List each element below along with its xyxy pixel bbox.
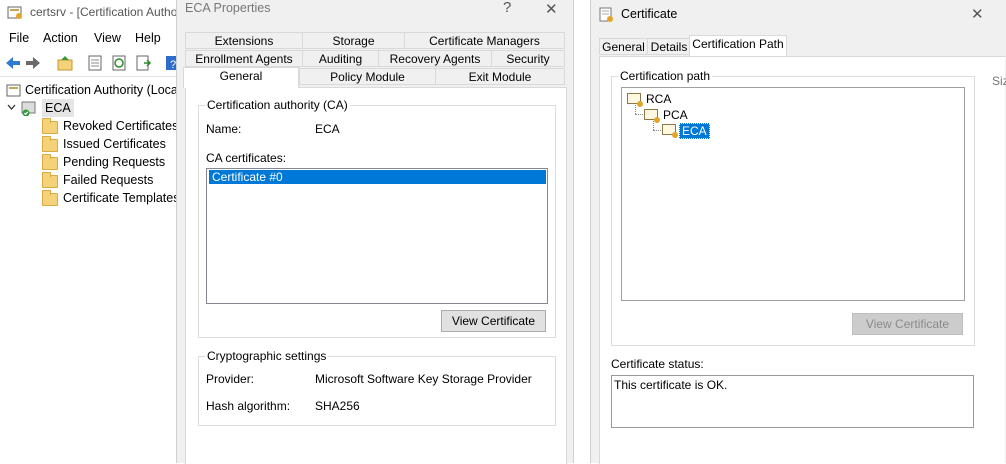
tree-item-label: Issued Certificates [63,137,166,151]
menu-view[interactable]: View [94,31,121,45]
tab-auditing[interactable]: Auditing [302,50,379,67]
mmc-title: certsrv - [Certification Autho [30,5,178,19]
tab-extensions[interactable]: Extensions [185,32,303,49]
tree-item-eca-label: ECA [42,99,74,117]
up-folder-icon[interactable] [56,54,74,72]
view-certificate-button[interactable]: View Certificate [441,310,546,332]
hash-algorithm-label: Hash algorithm: [206,399,291,413]
tab-storage[interactable]: Storage [302,32,405,49]
help-button[interactable]: ? [503,0,511,16]
list-item[interactable]: Certificate #0 [209,170,546,184]
name-label: Name: [206,122,242,136]
chevron-down-icon[interactable] [7,104,16,111]
back-arrow-icon[interactable] [4,54,22,72]
path-item-label: RCA [646,92,672,106]
certificate-dialog: Certificate ✕ General Details Certificat… [590,0,1006,464]
tree-item-label: Pending Requests [63,155,166,169]
certificate-status-text: This certificate is OK. [614,378,728,392]
certification-path-tree[interactable]: RCA PCA ECA [621,87,965,301]
tab-policy-module[interactable]: Policy Module [299,68,436,85]
mmc-titlebar: certsrv - [Certification Autho [0,0,180,24]
hash-algorithm-value: SHA256 [315,399,360,413]
properties-sheet-icon[interactable] [86,54,104,72]
mmc-window: certsrv - [Certification Autho File Acti… [0,0,180,463]
folder-icon [42,190,58,206]
menu-action[interactable]: Action [43,31,78,45]
folder-icon [42,118,58,134]
tree-connector [653,130,661,131]
menu-file[interactable]: File [9,31,29,45]
folder-icon [42,136,58,152]
name-value: ECA [315,122,340,136]
certificate-icon [644,109,660,123]
crypto-groupbox: Cryptographic settings [198,349,556,426]
tab-general[interactable]: General [183,67,299,88]
tree-root-label: Certification Authority (Loca [25,83,178,97]
crypto-group-label: Cryptographic settings [205,349,329,363]
provider-label: Provider: [206,372,255,386]
size-column-header-fragment: Siz [992,74,1006,88]
dialog-title: Certificate [621,7,678,21]
tab-exit-module[interactable]: Exit Module [435,68,565,85]
menu-help[interactable]: Help [135,31,161,45]
dialog-title: ECA Properties [185,1,271,15]
folder-icon [42,154,58,170]
tab-certificate-managers[interactable]: Certificate Managers [404,32,565,49]
ca-server-icon [20,100,38,116]
tree-connector [635,114,643,115]
ca-group-label: Certification authority (CA) [205,98,350,112]
tree-item-label: Certificate Templates [63,191,180,205]
certificate-icon [627,93,643,107]
certificate-status-box: This certificate is OK. [611,375,974,428]
eca-properties-dialog: ECA Properties ? ✕ Extensions Storage Ce… [176,0,574,464]
mmc-toolbar: ? [0,50,180,77]
refresh-icon[interactable] [110,54,128,72]
tab-details[interactable]: Details [647,38,691,55]
view-certificate-button[interactable]: View Certificate [852,313,963,335]
tree-item-label: Revoked Certificates [63,119,179,133]
folder-icon [42,172,58,188]
certification-path-label: Certification path [618,69,713,83]
path-item-label: PCA [663,108,688,122]
provider-value: Microsoft Software Key Storage Provider [315,372,532,386]
tab-security[interactable]: Security [491,50,565,67]
tree-item-label: Failed Requests [63,173,154,187]
ca-certificates-list[interactable]: Certificate #0 [206,168,548,304]
tab-certification-path[interactable]: Certification Path [689,35,787,56]
tab-recovery-agents[interactable]: Recovery Agents [378,50,492,67]
certificate-icon [599,7,615,23]
certsrv-app-icon [7,5,23,19]
close-button[interactable]: ✕ [545,0,558,18]
certificate-icon [662,124,678,138]
forward-arrow-icon[interactable] [24,54,42,72]
close-button[interactable]: ✕ [971,5,984,23]
export-list-icon[interactable] [134,54,152,72]
tree-item-eca[interactable]: ECA [4,99,174,117]
tab-enrollment-agents[interactable]: Enrollment Agents [185,50,303,67]
ca-certificates-label: CA certificates: [206,151,287,165]
certification-authority-icon [6,83,22,97]
certificate-status-label: Certificate status: [611,357,704,371]
tab-general[interactable]: General [599,38,648,55]
path-item-label: ECA [679,123,710,139]
